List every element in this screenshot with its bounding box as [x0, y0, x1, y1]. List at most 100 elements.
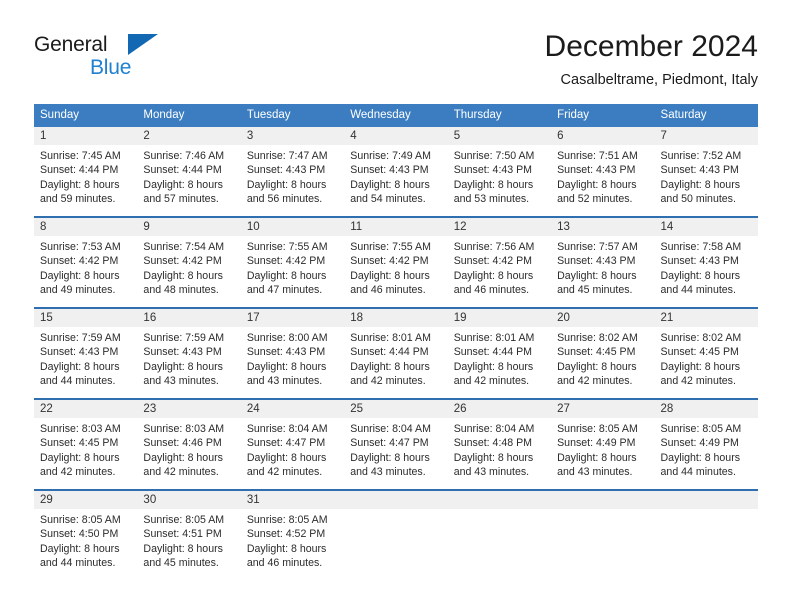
day-cell-empty	[551, 491, 655, 580]
day-cell[interactable]: 3 Sunrise: 7:47 AM Sunset: 4:43 PM Daylight…	[240, 127, 345, 216]
day-cell[interactable]: 26 Sunrise: 8:04 AM Sunset: 4:48 PM Dayligh…	[447, 400, 552, 489]
brand-name-general: General	[34, 33, 108, 56]
day-details: Sunrise: 7:49 AM Sunset: 4:43 PM Daylight:…	[344, 145, 447, 216]
daylight-duration-line2: and 54 minutes.	[350, 193, 426, 206]
calendar-week-row: 22 Sunrise: 8:03 AM Sunset: 4:45 PM Dayligh…	[34, 398, 758, 489]
day-cell[interactable]: 11 Sunrise: 7:55 AM Sunset: 4:42 PM Dayligh…	[344, 218, 448, 307]
daylight-duration-line1: Daylight: 8 hours	[350, 269, 430, 282]
day-cell[interactable]: 22 Sunrise: 8:03 AM Sunset: 4:45 PM Dayligh…	[34, 400, 138, 489]
daylight-duration-line2: and 46 minutes.	[453, 284, 530, 297]
daylight-duration-line2: and 44 minutes.	[660, 466, 736, 479]
day-number: 2	[137, 127, 241, 145]
daylight-duration-line2: and 44 minutes.	[40, 375, 116, 388]
day-cell[interactable]: 15 Sunrise: 7:59 AM Sunset: 4:43 PM Dayligh…	[34, 309, 138, 398]
day-cell[interactable]: 20 Sunrise: 8:02 AM Sunset: 4:45 PM Dayligh…	[551, 309, 655, 398]
daylight-duration-line2: and 42 minutes.	[246, 466, 323, 479]
day-cell[interactable]: 10 Sunrise: 7:55 AM Sunset: 4:42 PM Dayligh…	[240, 218, 345, 307]
sunrise-time: Sunrise: 7:51 AM	[557, 150, 638, 162]
weekday-header-thursday: Thursday	[453, 109, 502, 121]
day-cell[interactable]: 24 Sunrise: 8:04 AM Sunset: 4:47 PM Dayligh…	[240, 400, 345, 489]
day-cell[interactable]: 5 Sunrise: 7:50 AM Sunset: 4:43 PM Daylight…	[447, 127, 552, 216]
day-cell[interactable]: 18 Sunrise: 8:01 AM Sunset: 4:44 PM Dayligh…	[344, 309, 448, 398]
daylight-duration-line1: Daylight: 8 hours	[660, 178, 741, 191]
sunrise-time: Sunrise: 8:05 AM	[246, 514, 328, 526]
day-number: 28	[654, 400, 758, 418]
day-cell[interactable]: 8 Sunrise: 7:53 AM Sunset: 4:42 PM Daylight…	[34, 218, 138, 307]
day-cell[interactable]: 13 Sunrise: 7:57 AM Sunset: 4:43 PM Dayligh…	[551, 218, 655, 307]
day-cell[interactable]: 25 Sunrise: 8:04 AM Sunset: 4:47 PM Dayligh…	[344, 400, 448, 489]
day-cell[interactable]: 29 Sunrise: 8:05 AM Sunset: 4:50 PM Dayligh…	[34, 491, 138, 580]
daylight-duration-line2: and 46 minutes.	[246, 557, 323, 570]
day-number: 29	[34, 491, 138, 509]
day-cell[interactable]: 17 Sunrise: 8:00 AM Sunset: 4:43 PM Dayligh…	[240, 309, 345, 398]
day-number	[654, 491, 758, 509]
day-cell[interactable]: 6 Sunrise: 7:51 AM Sunset: 4:43 PM Daylight…	[551, 127, 655, 216]
day-number: 23	[137, 400, 241, 418]
day-cell[interactable]: 12 Sunrise: 7:56 AM Sunset: 4:42 PM Dayligh…	[447, 218, 552, 307]
sunrise-time: Sunrise: 7:47 AM	[246, 150, 328, 162]
sunrise-time: Sunrise: 8:04 AM	[246, 423, 328, 435]
day-details: Sunrise: 7:58 AM Sunset: 4:43 PM Daylight:…	[655, 236, 758, 307]
sunrise-time: Sunrise: 8:03 AM	[40, 423, 121, 435]
day-cell[interactable]: 19 Sunrise: 8:01 AM Sunset: 4:44 PM Dayligh…	[447, 309, 552, 398]
day-details: Sunrise: 8:03 AM Sunset: 4:45 PM Daylight:…	[34, 418, 137, 489]
day-details: Sunrise: 7:59 AM Sunset: 4:43 PM Daylight:…	[137, 327, 240, 398]
day-details: Sunrise: 8:00 AM Sunset: 4:43 PM Daylight:…	[241, 327, 344, 398]
day-details: Sunrise: 7:57 AM Sunset: 4:43 PM Daylight:…	[551, 236, 654, 307]
daylight-duration-line2: and 57 minutes.	[143, 193, 219, 206]
day-details: Sunrise: 7:45 AM Sunset: 4:44 PM Daylight:…	[34, 145, 137, 216]
day-cell[interactable]: 27 Sunrise: 8:05 AM Sunset: 4:49 PM Dayligh…	[551, 400, 655, 489]
day-details: Sunrise: 8:05 AM Sunset: 4:51 PM Daylight:…	[137, 509, 240, 580]
sunset-time: Sunset: 4:42 PM	[350, 255, 429, 268]
day-cell[interactable]: 28 Sunrise: 8:05 AM Sunset: 4:49 PM Dayligh…	[654, 400, 758, 489]
sunrise-time: Sunrise: 8:05 AM	[557, 423, 638, 435]
sunrise-time: Sunrise: 7:50 AM	[453, 150, 535, 162]
daylight-duration-line2: and 48 minutes.	[143, 284, 219, 297]
day-cell[interactable]: 2 Sunrise: 7:46 AM Sunset: 4:44 PM Daylight…	[137, 127, 241, 216]
daylight-duration-line2: and 42 minutes.	[143, 466, 219, 479]
calendar-grid: Sunday Monday Tuesday Wednesday Thursday…	[34, 104, 758, 580]
sunrise-time: Sunrise: 8:01 AM	[350, 332, 431, 344]
sunset-time: Sunset: 4:42 PM	[40, 255, 119, 268]
brand-logo[interactable]: General Blue	[34, 32, 214, 88]
brand-name-blue: Blue	[90, 56, 132, 79]
day-number: 30	[137, 491, 241, 509]
sunrise-time: Sunrise: 7:59 AM	[40, 332, 121, 344]
day-cell[interactable]: 14 Sunrise: 7:58 AM Sunset: 4:43 PM Dayligh…	[654, 218, 758, 307]
day-details: Sunrise: 8:04 AM Sunset: 4:48 PM Daylight:…	[448, 418, 551, 489]
day-cell[interactable]: 16 Sunrise: 7:59 AM Sunset: 4:43 PM Dayligh…	[137, 309, 241, 398]
day-cell[interactable]: 23 Sunrise: 8:03 AM Sunset: 4:46 PM Dayligh…	[137, 400, 241, 489]
daylight-duration-line1: Daylight: 8 hours	[246, 451, 327, 464]
day-number: 15	[34, 309, 138, 327]
day-details: Sunrise: 8:05 AM Sunset: 4:50 PM Daylight:…	[34, 509, 137, 580]
day-cell[interactable]: 21 Sunrise: 8:02 AM Sunset: 4:45 PM Dayligh…	[654, 309, 758, 398]
sunset-time: Sunset: 4:45 PM	[557, 346, 636, 359]
day-cell[interactable]: 31 Sunrise: 8:05 AM Sunset: 4:52 PM Dayligh…	[240, 491, 345, 580]
sunrise-time: Sunrise: 8:04 AM	[453, 423, 535, 435]
day-cell[interactable]: 1 Sunrise: 7:45 AM Sunset: 4:44 PM Daylight…	[34, 127, 138, 216]
daylight-duration-line1: Daylight: 8 hours	[246, 360, 327, 373]
day-cell[interactable]: 7 Sunrise: 7:52 AM Sunset: 4:43 PM Daylight…	[654, 127, 758, 216]
sunset-time: Sunset: 4:43 PM	[557, 255, 636, 268]
day-details: Sunrise: 8:05 AM Sunset: 4:52 PM Daylight:…	[241, 509, 344, 580]
daylight-duration-line1: Daylight: 8 hours	[350, 451, 430, 464]
daylight-duration-line1: Daylight: 8 hours	[350, 178, 430, 191]
day-details: Sunrise: 8:03 AM Sunset: 4:46 PM Daylight:…	[137, 418, 240, 489]
sunrise-time: Sunrise: 7:55 AM	[246, 241, 328, 253]
day-details: Sunrise: 7:56 AM Sunset: 4:42 PM Daylight:…	[448, 236, 551, 307]
sunset-time: Sunset: 4:45 PM	[660, 346, 739, 359]
daylight-duration-line1: Daylight: 8 hours	[143, 360, 223, 373]
day-cell-empty	[654, 491, 758, 580]
day-cell[interactable]: 9 Sunrise: 7:54 AM Sunset: 4:42 PM Daylight…	[137, 218, 241, 307]
day-number: 24	[240, 400, 345, 418]
day-cell[interactable]: 30 Sunrise: 8:05 AM Sunset: 4:51 PM Dayligh…	[137, 491, 241, 580]
sunrise-time: Sunrise: 8:04 AM	[350, 423, 431, 435]
day-cell-empty	[344, 491, 448, 580]
weekday-header-wednesday: Wednesday	[350, 109, 411, 121]
day-number	[551, 491, 655, 509]
day-cell[interactable]: 4 Sunrise: 7:49 AM Sunset: 4:43 PM Daylight…	[344, 127, 448, 216]
day-details: Sunrise: 8:04 AM Sunset: 4:47 PM Daylight:…	[344, 418, 447, 489]
daylight-duration-line2: and 45 minutes.	[143, 557, 219, 570]
sunrise-time: Sunrise: 7:59 AM	[143, 332, 225, 344]
day-number: 20	[551, 309, 655, 327]
